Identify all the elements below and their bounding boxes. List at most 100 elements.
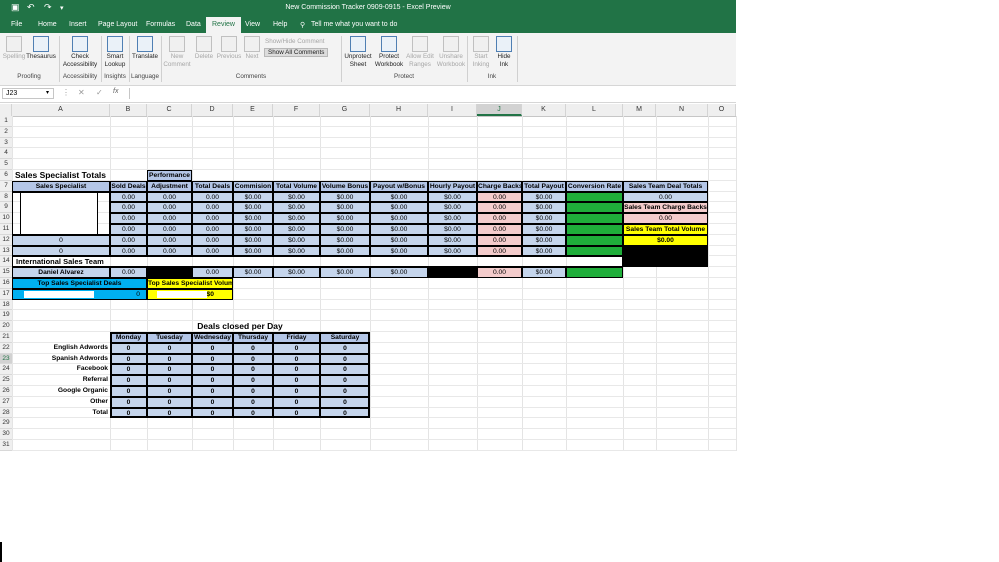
table-cell[interactable]: 0.00 bbox=[477, 245, 522, 257]
show-all-comments-button[interactable]: Show All Comments bbox=[264, 48, 329, 57]
column-header-l[interactable]: L bbox=[566, 104, 623, 116]
table-cell[interactable]: $0.00 bbox=[428, 191, 477, 203]
row-header-30[interactable]: 30 bbox=[0, 429, 12, 440]
row-header-27[interactable]: 27 bbox=[0, 396, 12, 408]
table-cell[interactable] bbox=[566, 224, 623, 235]
column-header-e[interactable]: E bbox=[233, 104, 273, 116]
table-cell[interactable]: $0.00 bbox=[320, 267, 370, 278]
table-cell[interactable]: $0.00 bbox=[273, 234, 320, 246]
table-cell[interactable]: $0.00 bbox=[273, 245, 320, 257]
sheet-title[interactable]: Sales Specialist Totals bbox=[12, 170, 147, 181]
table-cell[interactable]: $0.00 bbox=[273, 213, 320, 224]
new-comment-button[interactable]: New Comment bbox=[162, 36, 192, 69]
column-header-c[interactable]: C bbox=[147, 104, 192, 116]
table-cell[interactable] bbox=[566, 234, 623, 246]
table-cell[interactable]: 0.00 bbox=[147, 224, 192, 235]
table-cell[interactable]: 0.00 bbox=[147, 191, 192, 203]
table-cell[interactable]: $0.00 bbox=[273, 267, 320, 278]
tab-formulas[interactable]: Formulas bbox=[146, 21, 175, 28]
row-header-31[interactable]: 31 bbox=[0, 440, 12, 451]
table-cell[interactable]: $0.00 bbox=[370, 234, 428, 246]
row-header-3[interactable]: 3 bbox=[0, 137, 12, 149]
row-header-28[interactable]: 28 bbox=[0, 407, 12, 419]
table-cell[interactable] bbox=[566, 245, 623, 257]
table-cell[interactable]: $0.00 bbox=[428, 234, 477, 246]
table-cell[interactable]: $0.00 bbox=[522, 234, 566, 246]
table-cell[interactable]: 0.00 bbox=[147, 213, 192, 224]
tab-help[interactable]: Help bbox=[273, 21, 287, 28]
smart-lookup-button[interactable]: Smart Lookup bbox=[102, 36, 128, 69]
start-inking-button[interactable]: Start Inking bbox=[468, 36, 494, 69]
row-header-16[interactable]: 16 bbox=[0, 278, 12, 289]
row-header-17[interactable]: 17 bbox=[0, 288, 12, 300]
tab-file[interactable]: File bbox=[11, 21, 22, 28]
row-header-24[interactable]: 24 bbox=[0, 364, 12, 376]
row-header-6[interactable]: 6 bbox=[0, 170, 12, 181]
show-hide-comment-button[interactable]: Show/Hide Comment bbox=[265, 38, 325, 45]
table-cell[interactable]: $0.00 bbox=[233, 213, 273, 224]
table-cell[interactable]: $0.00 bbox=[233, 191, 273, 203]
table-cell[interactable]: $0.00 bbox=[233, 224, 273, 235]
table-cell[interactable]: $0.00 bbox=[370, 267, 428, 278]
row-header-4[interactable]: 4 bbox=[0, 148, 12, 160]
table-cell[interactable]: $0.00 bbox=[370, 191, 428, 203]
table-cell[interactable]: 0.00 bbox=[192, 245, 233, 257]
tab-page-layout[interactable]: Page Layout bbox=[98, 21, 137, 28]
row-header-11[interactable]: 11 bbox=[0, 224, 12, 235]
table-cell[interactable]: 0.00 bbox=[192, 191, 233, 203]
table-cell[interactable]: $0.00 bbox=[522, 202, 566, 214]
column-header-a[interactable]: A bbox=[12, 104, 110, 116]
row-header-22[interactable]: 22 bbox=[0, 342, 12, 354]
table-cell[interactable] bbox=[566, 202, 623, 214]
row-header-15[interactable]: 15 bbox=[0, 267, 12, 278]
table-cell[interactable]: 0.00 bbox=[147, 234, 192, 246]
table-cell[interactable]: 0.00 bbox=[192, 267, 233, 278]
row-header-9[interactable]: 9 bbox=[0, 202, 12, 214]
delete-comment-button[interactable]: Delete bbox=[192, 36, 216, 61]
row-header-18[interactable]: 18 bbox=[0, 299, 12, 311]
select-all-corner[interactable] bbox=[0, 104, 12, 116]
table-cell[interactable]: $0.00 bbox=[273, 202, 320, 214]
table-cell[interactable]: $0.00 bbox=[428, 213, 477, 224]
unshare-workbook-button[interactable]: Unshare Workbook bbox=[436, 36, 466, 69]
table-cell[interactable]: 0.00 bbox=[110, 245, 147, 257]
table-cell[interactable] bbox=[428, 267, 477, 278]
row-header-14[interactable]: 14 bbox=[0, 256, 12, 268]
tab-review[interactable]: Review bbox=[206, 17, 241, 33]
table-cell[interactable]: 0.00 bbox=[110, 213, 147, 224]
table-cell[interactable]: 0 bbox=[12, 245, 110, 257]
protect-workbook-button[interactable]: Protect Workbook bbox=[374, 36, 404, 69]
previous-comment-button[interactable]: Previous bbox=[216, 36, 242, 61]
table-cell[interactable]: $0.00 bbox=[233, 234, 273, 246]
tab-data[interactable]: Data bbox=[186, 21, 201, 28]
tell-me-search[interactable]: Tell me what you want to do bbox=[311, 21, 397, 28]
table-cell[interactable] bbox=[566, 191, 623, 203]
row-header-19[interactable]: 19 bbox=[0, 310, 12, 322]
table-cell[interactable]: 0.00 bbox=[477, 234, 522, 246]
row-header-5[interactable]: 5 bbox=[0, 159, 12, 170]
column-header-g[interactable]: G bbox=[320, 104, 370, 116]
table-cell[interactable]: $0.00 bbox=[320, 224, 370, 235]
allow-edit-ranges-button[interactable]: Allow Edit Ranges bbox=[404, 36, 436, 69]
column-header-n[interactable]: N bbox=[656, 104, 708, 116]
table-cell[interactable]: 0.00 bbox=[192, 202, 233, 214]
table-cell[interactable]: 0.00 bbox=[477, 267, 522, 278]
table-cell[interactable] bbox=[147, 267, 192, 278]
table-cell[interactable]: 0.00 bbox=[147, 245, 192, 257]
row-header-20[interactable]: 20 bbox=[0, 321, 12, 332]
row-header-8[interactable]: 8 bbox=[0, 191, 12, 203]
table-cell[interactable]: 0.00 bbox=[192, 224, 233, 235]
column-header-j[interactable]: J bbox=[477, 104, 522, 116]
table-cell[interactable]: $0.00 bbox=[320, 245, 370, 257]
table-cell[interactable]: $0.00 bbox=[522, 191, 566, 203]
table-cell[interactable]: $0.00 bbox=[273, 191, 320, 203]
column-header-d[interactable]: D bbox=[192, 104, 233, 116]
tab-view[interactable]: View bbox=[245, 21, 260, 28]
table-cell[interactable]: $0.00 bbox=[522, 245, 566, 257]
table-cell[interactable]: $0.00 bbox=[320, 213, 370, 224]
tab-home[interactable]: Home bbox=[38, 21, 57, 28]
row-header-29[interactable]: 29 bbox=[0, 418, 12, 430]
table-cell[interactable] bbox=[566, 213, 623, 224]
cancel-icon[interactable]: ✕ bbox=[78, 88, 85, 97]
table-cell[interactable]: 0 bbox=[12, 234, 110, 246]
